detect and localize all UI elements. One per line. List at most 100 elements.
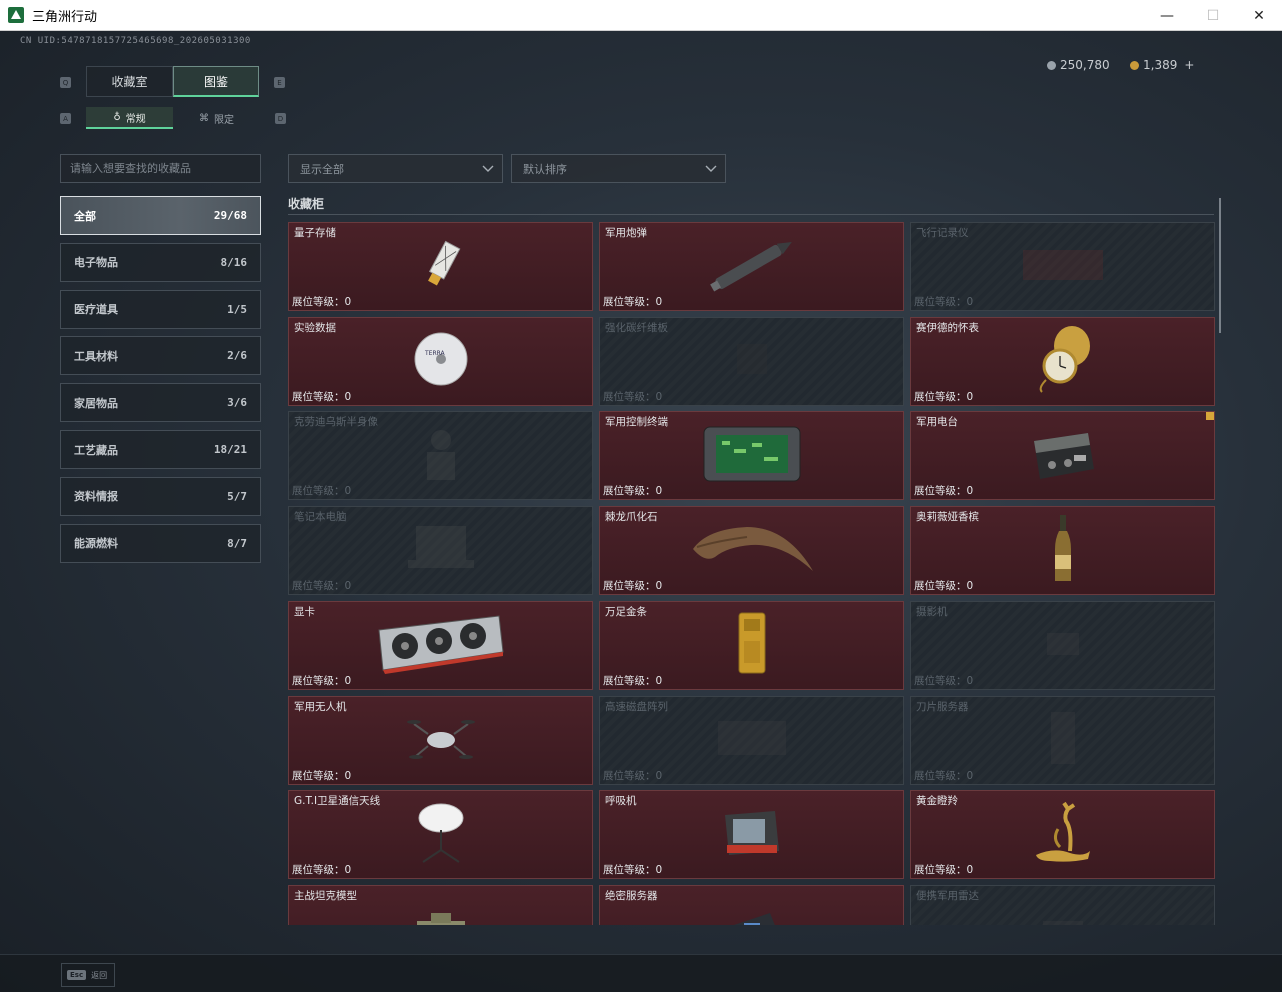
- card-name: 主战坦克模型: [294, 889, 357, 902]
- collection-card[interactable]: 棘龙爪化石 展位等级：0: [599, 506, 904, 596]
- radio-icon: [1028, 425, 1098, 487]
- collection-card[interactable]: 高速磁盘阵列 展位等级：0: [599, 695, 904, 785]
- card-level: 展位等级：0: [914, 769, 974, 782]
- card-name: 摄影机: [916, 605, 948, 618]
- collection-card[interactable]: 军用电台 展位等级：0: [910, 411, 1215, 501]
- server-icon: [1043, 708, 1083, 772]
- search-box[interactable]: [60, 154, 261, 183]
- card-name: 军用无人机: [294, 700, 347, 713]
- collection-card[interactable]: 便携军用雷达展位等级：0: [910, 884, 1215, 925]
- window-title: 三角洲行动: [32, 9, 98, 25]
- card-level: 展位等级：0: [292, 485, 352, 498]
- maximize-button[interactable]: ☐: [1190, 0, 1236, 31]
- card-name: 军用控制终端: [605, 416, 668, 429]
- shell-icon: [702, 235, 802, 299]
- card-name: 强化碳纤维板: [605, 321, 668, 334]
- card-level: 展位等级：0: [603, 864, 663, 877]
- collection-card[interactable]: 军用控制终端 展位等级：0: [599, 411, 904, 501]
- minimize-button[interactable]: —: [1144, 0, 1190, 31]
- gazelle-icon: [1030, 801, 1096, 869]
- collection-card[interactable]: 摄影机 展位等级：0: [910, 600, 1215, 690]
- sort-value: 默认排序: [523, 162, 567, 176]
- category-item[interactable]: 全部 29/68: [60, 196, 261, 235]
- collection-card[interactable]: TERRA 实验数据 展位等级：0: [288, 316, 593, 406]
- q-key-hint: Q: [60, 77, 71, 88]
- card-name: G.T.I卫星通信天线: [294, 795, 381, 808]
- category-item[interactable]: 家居物品 3/6: [60, 383, 261, 423]
- collection-card[interactable]: 黄金瞪羚展位等级：0: [910, 790, 1215, 880]
- category-count: 18/21: [213, 443, 247, 456]
- category-label: 医疗道具: [74, 303, 118, 317]
- collection-card[interactable]: 显卡 展位等级：0: [288, 600, 593, 690]
- subtab-regular[interactable]: ♁ 常规: [86, 107, 173, 129]
- card-name: 万足金条: [605, 605, 647, 618]
- collection-card[interactable]: 军用炮弹 展位等级：0: [599, 222, 904, 311]
- category-item[interactable]: 电子物品 8/16: [60, 242, 261, 282]
- category-count: 3/6: [227, 396, 247, 410]
- subtab-limited[interactable]: ⌘ 限定: [173, 107, 260, 129]
- collection-card[interactable]: 呼吸机 展位等级：0: [599, 790, 904, 880]
- collection-card[interactable]: 克劳迪乌斯半身像 展位等级：0: [288, 411, 593, 501]
- game-screen: CN UID:5478718157725465698_202605031300 …: [0, 31, 1282, 992]
- show-filter-dropdown[interactable]: 显示全部: [288, 154, 503, 183]
- section-divider: [288, 214, 1214, 215]
- card-name: 奥莉薇娅香槟: [916, 511, 979, 524]
- card-name: 实验数据: [294, 321, 336, 334]
- card-name: 刀片服务器: [916, 700, 969, 713]
- category-item[interactable]: 工具材料 2/6: [60, 336, 261, 376]
- card-name: 绝密服务器: [605, 889, 658, 902]
- collection-card[interactable]: 量子存储展位等级：0: [288, 222, 593, 311]
- sort-dropdown[interactable]: 默认排序: [511, 154, 726, 183]
- secret-server-icon: [722, 907, 782, 925]
- footer-bar: Esc 返回: [0, 954, 1282, 992]
- category-item[interactable]: 医疗道具 1/5: [60, 289, 261, 329]
- silver-amount: 250,780: [1060, 58, 1110, 72]
- add-currency-button[interactable]: +: [1184, 58, 1194, 72]
- laptop-icon: [406, 524, 476, 578]
- radar-icon: [1033, 907, 1093, 925]
- back-button[interactable]: Esc 返回: [61, 963, 115, 987]
- grid-scrollbar[interactable]: [1219, 198, 1221, 333]
- category-count: 2/6: [227, 349, 247, 363]
- collection-card[interactable]: 笔记本电脑 展位等级：0: [288, 506, 593, 596]
- window-controls: — ☐ ✕: [1144, 0, 1282, 31]
- collection-card[interactable]: 强化碳纤维板 展位等级：0: [599, 316, 904, 406]
- silver-coin-icon: [1047, 60, 1056, 70]
- card-name: 黄金瞪羚: [916, 795, 958, 808]
- collection-card[interactable]: 军用无人机 展位等级：0: [288, 695, 593, 785]
- collection-card[interactable]: 刀片服务器展位等级：0: [910, 695, 1215, 785]
- collection-card[interactable]: 赛伊德的怀表 展位等级：0: [910, 316, 1215, 406]
- card-name: 棘龙爪化石: [605, 511, 658, 524]
- card-level: 展位等级：0: [292, 390, 352, 403]
- card-level: 展位等级：0: [603, 674, 663, 687]
- category-label: 工具材料: [74, 349, 118, 363]
- collection-card[interactable]: 万足金条展位等级：0: [599, 600, 904, 690]
- collection-card[interactable]: 奥莉薇娅香槟 展位等级：0: [910, 506, 1215, 596]
- card-level: 展位等级：0: [603, 390, 663, 403]
- category-item[interactable]: 资料情报 5/7: [60, 476, 261, 516]
- collection-card[interactable]: G.T.I卫星通信天线 展位等级：0: [288, 790, 593, 880]
- chevron-down-icon: [482, 165, 494, 172]
- ventilator-icon: [721, 807, 783, 863]
- gold-coin-icon: [1130, 60, 1139, 70]
- collection-card[interactable]: 主战坦克模型展位等级：0: [288, 884, 593, 925]
- collection-card[interactable]: 绝密服务器展位等级：0: [599, 884, 904, 925]
- raid-icon: [712, 713, 792, 767]
- card-level: 展位等级：0: [292, 296, 352, 308]
- category-item[interactable]: 能源燃料 8/7: [60, 523, 261, 563]
- card-level: 展位等级：0: [603, 485, 663, 498]
- bottle-icon: [1051, 513, 1075, 589]
- card-name: 量子存储: [294, 227, 336, 239]
- a-key-hint: A: [60, 113, 71, 124]
- card-name: 飞行记录仪: [916, 227, 969, 239]
- close-button[interactable]: ✕: [1236, 0, 1282, 31]
- category-item[interactable]: 工艺藏品 18/21: [60, 430, 261, 469]
- search-input[interactable]: [70, 162, 260, 175]
- tab-catalog[interactable]: 图鉴: [173, 66, 259, 97]
- collection-card[interactable]: 飞行记录仪展位等级：0: [910, 222, 1215, 311]
- card-name: 便携军用雷达: [916, 889, 979, 902]
- card-level: 展位等级：0: [914, 296, 974, 308]
- card-level: 展位等级：0: [914, 864, 974, 877]
- tab-collection-room[interactable]: 收藏室: [86, 66, 173, 97]
- subtab-regular-label: 常规: [125, 113, 146, 125]
